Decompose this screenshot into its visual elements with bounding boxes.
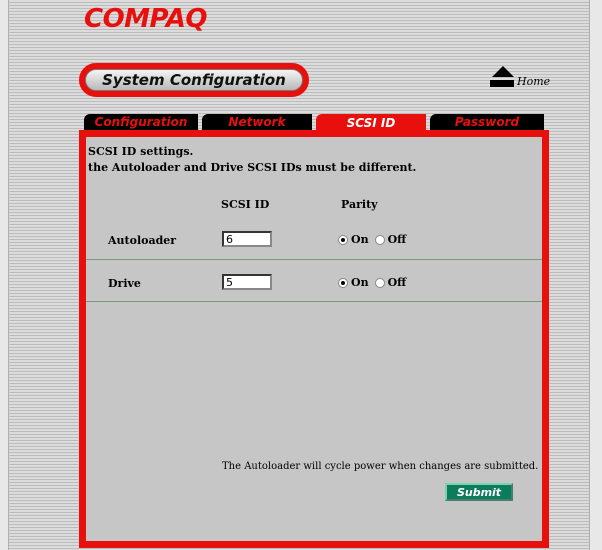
tab-bar: Configuration Network SCSI ID Password [84,114,544,131]
column-header-parity: Parity [341,198,378,211]
autoloader-scsi-id-input[interactable] [222,231,272,247]
power-cycle-note: The Autoloader will cycle power when cha… [222,461,539,472]
system-configuration-title: System Configuration [85,69,303,91]
drive-label: Drive [108,277,141,290]
column-header-scsi-id: SCSI ID [221,198,270,211]
drive-scsi-id-input[interactable] [222,274,272,290]
autoloader-parity-group: On Off [338,233,412,246]
system-configuration-banner: System Configuration [79,63,309,97]
autoloader-parity-on-radio[interactable] [338,234,348,245]
autoloader-parity-on-label: On [351,233,369,246]
content-panel: SCSI ID settings. the Autoloader and Dri… [79,130,549,548]
right-margin-bar [589,0,602,550]
section-title: SCSI ID settings. [88,145,194,158]
autoloader-parity-off-radio[interactable] [374,234,385,245]
home-icon[interactable] [490,66,514,88]
compaq-logo: COMPAQ [84,4,207,34]
autoloader-parity-off-label: Off [387,233,407,246]
drive-parity-off-label: Off [387,276,407,289]
tab-scsi-id[interactable]: SCSI ID [316,114,426,131]
drive-parity-on-radio[interactable] [338,277,348,288]
drive-parity-on-label: On [351,276,369,289]
content-panel-inner: SCSI ID settings. the Autoloader and Dri… [86,137,542,541]
submit-button[interactable]: Submit [445,483,513,501]
drive-parity-off-radio[interactable] [374,277,385,288]
row-divider [86,301,542,302]
autoloader-label: Autoloader [108,234,177,247]
row-divider [86,259,542,260]
left-margin-bar [0,0,9,550]
section-subtitle: the Autoloader and Drive SCSI IDs must b… [88,161,417,174]
tab-password[interactable]: Password [430,114,544,130]
home-link[interactable]: Home [490,66,550,88]
tab-network[interactable]: Network [202,114,312,130]
drive-parity-group: On Off [338,276,412,289]
tab-configuration[interactable]: Configuration [84,114,198,130]
home-label[interactable]: Home [517,75,550,88]
